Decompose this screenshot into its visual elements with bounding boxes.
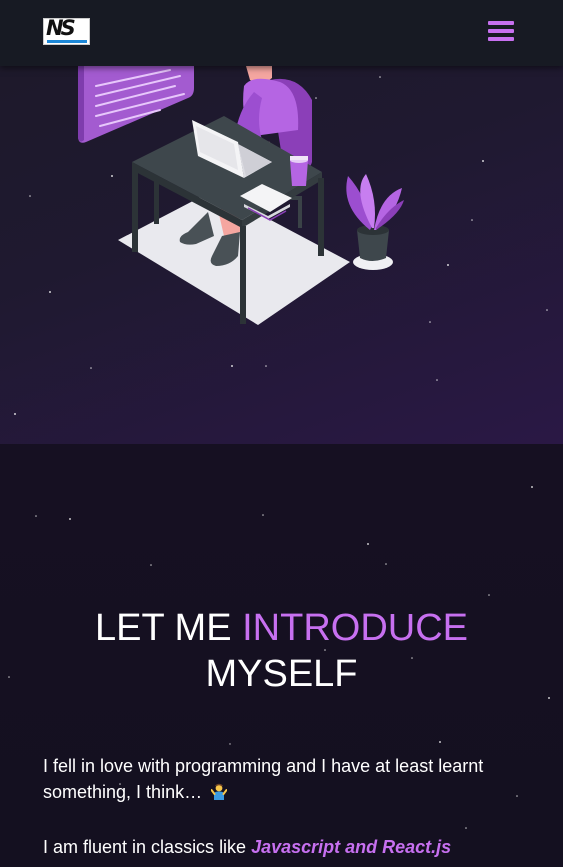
intro-paragraph-2: I am fluent in classics like Javascript …	[43, 834, 523, 860]
menu-bar-middle	[488, 29, 514, 33]
logo-icon[interactable]: NS	[43, 18, 90, 45]
logo-text: NS	[46, 18, 76, 40]
person-shrugging-icon	[211, 783, 228, 800]
plant	[346, 174, 404, 270]
heading-part2: MYSELF	[205, 653, 358, 695]
developer-illustration	[14, 66, 548, 415]
heading-highlight: INTRODUCE	[242, 607, 468, 649]
wall-screen	[78, 66, 194, 143]
section-heading: LET ME INTRODUCE MYSELF	[0, 605, 563, 697]
cup	[290, 156, 308, 186]
paragraph2-highlight: Javascript and React.js	[251, 837, 452, 857]
menu-bar-bottom	[488, 37, 514, 41]
heading-part1: LET ME	[94, 607, 243, 649]
menu-bar-top	[488, 21, 514, 25]
hamburger-menu-icon[interactable]	[488, 21, 514, 43]
intro-paragraph-1: I fell in love with programming and I ha…	[43, 753, 523, 805]
navbar: NS	[0, 0, 563, 66]
hero-section	[0, 0, 563, 444]
logo-underline	[47, 40, 87, 43]
paragraph2-text: I am fluent in classics like	[43, 837, 252, 857]
paragraph1-text: I fell in love with programming and I ha…	[43, 756, 484, 802]
